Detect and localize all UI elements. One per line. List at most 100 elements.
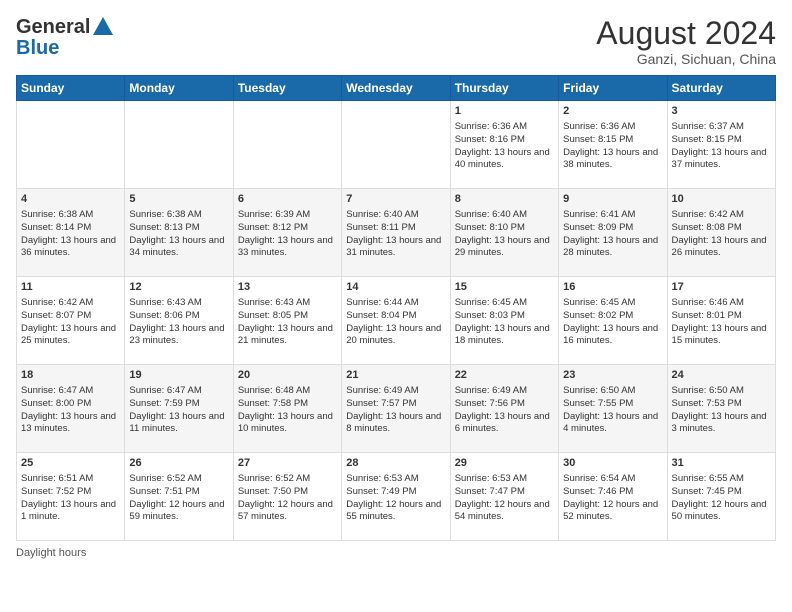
day-info: Sunrise: 6:49 AM Sunset: 7:56 PM Dayligh… xyxy=(455,385,554,436)
calendar-day-cell: 27 Sunrise: 6:52 AM Sunset: 7:50 PM Dayli… xyxy=(233,453,341,541)
calendar-day-cell xyxy=(342,101,450,189)
calendar-day-cell: 14 Sunrise: 6:44 AM Sunset: 8:04 PM Dayli… xyxy=(342,277,450,365)
logo-triangle-icon xyxy=(92,15,114,37)
day-info: Sunrise: 6:45 AM Sunset: 8:02 PM Dayligh… xyxy=(563,297,662,348)
calendar-day-cell: 15 Sunrise: 6:45 AM Sunset: 8:03 PM Dayli… xyxy=(450,277,558,365)
day-number: 6 xyxy=(238,192,337,207)
calendar-table: SundayMondayTuesdayWednesdayThursdayFrid… xyxy=(16,75,776,541)
day-info: Sunrise: 6:51 AM Sunset: 7:52 PM Dayligh… xyxy=(21,473,120,524)
day-number: 2 xyxy=(563,104,662,119)
calendar-day-cell: 13 Sunrise: 6:43 AM Sunset: 8:05 PM Dayli… xyxy=(233,277,341,365)
calendar-day-cell: 18 Sunrise: 6:47 AM Sunset: 8:00 PM Dayli… xyxy=(17,365,125,453)
calendar-week-row: 18 Sunrise: 6:47 AM Sunset: 8:00 PM Dayli… xyxy=(17,365,776,453)
day-info: Sunrise: 6:52 AM Sunset: 7:51 PM Dayligh… xyxy=(129,473,228,524)
day-info: Sunrise: 6:43 AM Sunset: 8:05 PM Dayligh… xyxy=(238,297,337,348)
day-number: 13 xyxy=(238,280,337,295)
calendar-week-row: 1 Sunrise: 6:36 AM Sunset: 8:16 PM Daylig… xyxy=(17,101,776,189)
day-number: 14 xyxy=(346,280,445,295)
calendar-day-cell: 6 Sunrise: 6:39 AM Sunset: 8:12 PM Daylig… xyxy=(233,189,341,277)
day-info: Sunrise: 6:39 AM Sunset: 8:12 PM Dayligh… xyxy=(238,209,337,260)
day-info: Sunrise: 6:42 AM Sunset: 8:08 PM Dayligh… xyxy=(672,209,771,260)
day-info: Sunrise: 6:55 AM Sunset: 7:45 PM Dayligh… xyxy=(672,473,771,524)
day-info: Sunrise: 6:40 AM Sunset: 8:10 PM Dayligh… xyxy=(455,209,554,260)
calendar-day-cell: 12 Sunrise: 6:43 AM Sunset: 8:06 PM Dayli… xyxy=(125,277,233,365)
calendar-day-cell: 28Sunrise: 6:53 AM Sunset: 7:49 PM Dayli… xyxy=(342,453,450,541)
month-year-title: August 2024 xyxy=(596,16,776,51)
calendar-day-cell: 5 Sunrise: 6:38 AM Sunset: 8:13 PM Daylig… xyxy=(125,189,233,277)
calendar-day-cell: 25 Sunrise: 6:51 AM Sunset: 7:52 PM Dayli… xyxy=(17,453,125,541)
col-header-thursday: Thursday xyxy=(450,76,558,101)
logo-general-text: General xyxy=(16,16,90,39)
day-info: Sunrise: 6:47 AM Sunset: 7:59 PM Dayligh… xyxy=(129,385,228,436)
footer: Daylight hours xyxy=(16,547,776,559)
calendar-header-row: SundayMondayTuesdayWednesdayThursdayFrid… xyxy=(17,76,776,101)
day-number: 4 xyxy=(21,192,120,207)
calendar-day-cell: 29Sunrise: 6:53 AM Sunset: 7:47 PM Dayli… xyxy=(450,453,558,541)
calendar-day-cell: 19 Sunrise: 6:47 AM Sunset: 7:59 PM Dayli… xyxy=(125,365,233,453)
day-number: 29 xyxy=(455,456,554,471)
calendar-day-cell: 21Sunrise: 6:49 AM Sunset: 7:57 PM Dayli… xyxy=(342,365,450,453)
day-number: 30 xyxy=(563,456,662,471)
day-info: Sunrise: 6:37 AM Sunset: 8:15 PM Dayligh… xyxy=(672,121,771,172)
day-info: Sunrise: 6:44 AM Sunset: 8:04 PM Dayligh… xyxy=(346,297,445,348)
day-info: Sunrise: 6:47 AM Sunset: 8:00 PM Dayligh… xyxy=(21,385,120,436)
location-subtitle: Ganzi, Sichuan, China xyxy=(596,51,776,67)
calendar-week-row: 4 Sunrise: 6:38 AM Sunset: 8:14 PM Daylig… xyxy=(17,189,776,277)
day-number: 28 xyxy=(346,456,445,471)
day-number: 24 xyxy=(672,368,771,383)
day-info: Sunrise: 6:36 AM Sunset: 8:16 PM Dayligh… xyxy=(455,121,554,172)
day-info: Sunrise: 6:52 AM Sunset: 7:50 PM Dayligh… xyxy=(238,473,337,524)
calendar-day-cell: 24 Sunrise: 6:50 AM Sunset: 7:53 PM Dayli… xyxy=(667,365,775,453)
day-info: Sunrise: 6:50 AM Sunset: 7:53 PM Dayligh… xyxy=(672,385,771,436)
day-number: 22 xyxy=(455,368,554,383)
col-header-monday: Monday xyxy=(125,76,233,101)
day-number: 7 xyxy=(346,192,445,207)
day-number: 15 xyxy=(455,280,554,295)
day-number: 9 xyxy=(563,192,662,207)
day-number: 3 xyxy=(672,104,771,119)
calendar-day-cell: 11 Sunrise: 6:42 AM Sunset: 8:07 PM Dayli… xyxy=(17,277,125,365)
calendar-day-cell: 9 Sunrise: 6:41 AM Sunset: 8:09 PM Daylig… xyxy=(559,189,667,277)
day-number: 23 xyxy=(563,368,662,383)
calendar-day-cell: 16 Sunrise: 6:45 AM Sunset: 8:02 PM Dayli… xyxy=(559,277,667,365)
day-number: 1 xyxy=(455,104,554,119)
calendar-day-cell xyxy=(17,101,125,189)
day-info: Sunrise: 6:38 AM Sunset: 8:13 PM Dayligh… xyxy=(129,209,228,260)
day-number: 11 xyxy=(21,280,120,295)
day-info: Sunrise: 6:38 AM Sunset: 8:14 PM Dayligh… xyxy=(21,209,120,260)
day-info: Sunrise: 6:46 AM Sunset: 8:01 PM Dayligh… xyxy=(672,297,771,348)
day-number: 31 xyxy=(672,456,771,471)
day-number: 25 xyxy=(21,456,120,471)
day-number: 5 xyxy=(129,192,228,207)
day-info: Sunrise: 6:42 AM Sunset: 8:07 PM Dayligh… xyxy=(21,297,120,348)
col-header-friday: Friday xyxy=(559,76,667,101)
title-area: August 2024 Ganzi, Sichuan, China xyxy=(596,16,776,67)
day-info: Sunrise: 6:45 AM Sunset: 8:03 PM Dayligh… xyxy=(455,297,554,348)
logo-blue-text: Blue xyxy=(16,37,59,60)
calendar-day-cell: 17 Sunrise: 6:46 AM Sunset: 8:01 PM Dayli… xyxy=(667,277,775,365)
day-info: Sunrise: 6:41 AM Sunset: 8:09 PM Dayligh… xyxy=(563,209,662,260)
calendar-day-cell: 4 Sunrise: 6:38 AM Sunset: 8:14 PM Daylig… xyxy=(17,189,125,277)
page: General Blue August 2024 Ganzi, Sichuan,… xyxy=(0,0,792,612)
calendar-day-cell: 2 Sunrise: 6:36 AM Sunset: 8:15 PM Daylig… xyxy=(559,101,667,189)
day-number: 18 xyxy=(21,368,120,383)
col-header-tuesday: Tuesday xyxy=(233,76,341,101)
day-number: 26 xyxy=(129,456,228,471)
calendar-day-cell: 26 Sunrise: 6:52 AM Sunset: 7:51 PM Dayli… xyxy=(125,453,233,541)
day-number: 16 xyxy=(563,280,662,295)
header: General Blue August 2024 Ganzi, Sichuan,… xyxy=(16,16,776,67)
calendar-week-row: 11 Sunrise: 6:42 AM Sunset: 8:07 PM Dayli… xyxy=(17,277,776,365)
day-number: 21 xyxy=(346,368,445,383)
day-info: Sunrise: 6:36 AM Sunset: 8:15 PM Dayligh… xyxy=(563,121,662,172)
calendar-week-row: 25 Sunrise: 6:51 AM Sunset: 7:52 PM Dayli… xyxy=(17,453,776,541)
day-number: 17 xyxy=(672,280,771,295)
day-number: 19 xyxy=(129,368,228,383)
day-number: 8 xyxy=(455,192,554,207)
day-number: 20 xyxy=(238,368,337,383)
day-number: 12 xyxy=(129,280,228,295)
calendar-day-cell: 23Sunrise: 6:50 AM Sunset: 7:55 PM Dayli… xyxy=(559,365,667,453)
day-number: 27 xyxy=(238,456,337,471)
calendar-day-cell: 3 Sunrise: 6:37 AM Sunset: 8:15 PM Daylig… xyxy=(667,101,775,189)
day-info: Sunrise: 6:43 AM Sunset: 8:06 PM Dayligh… xyxy=(129,297,228,348)
calendar-day-cell: 30Sunrise: 6:54 AM Sunset: 7:46 PM Dayli… xyxy=(559,453,667,541)
